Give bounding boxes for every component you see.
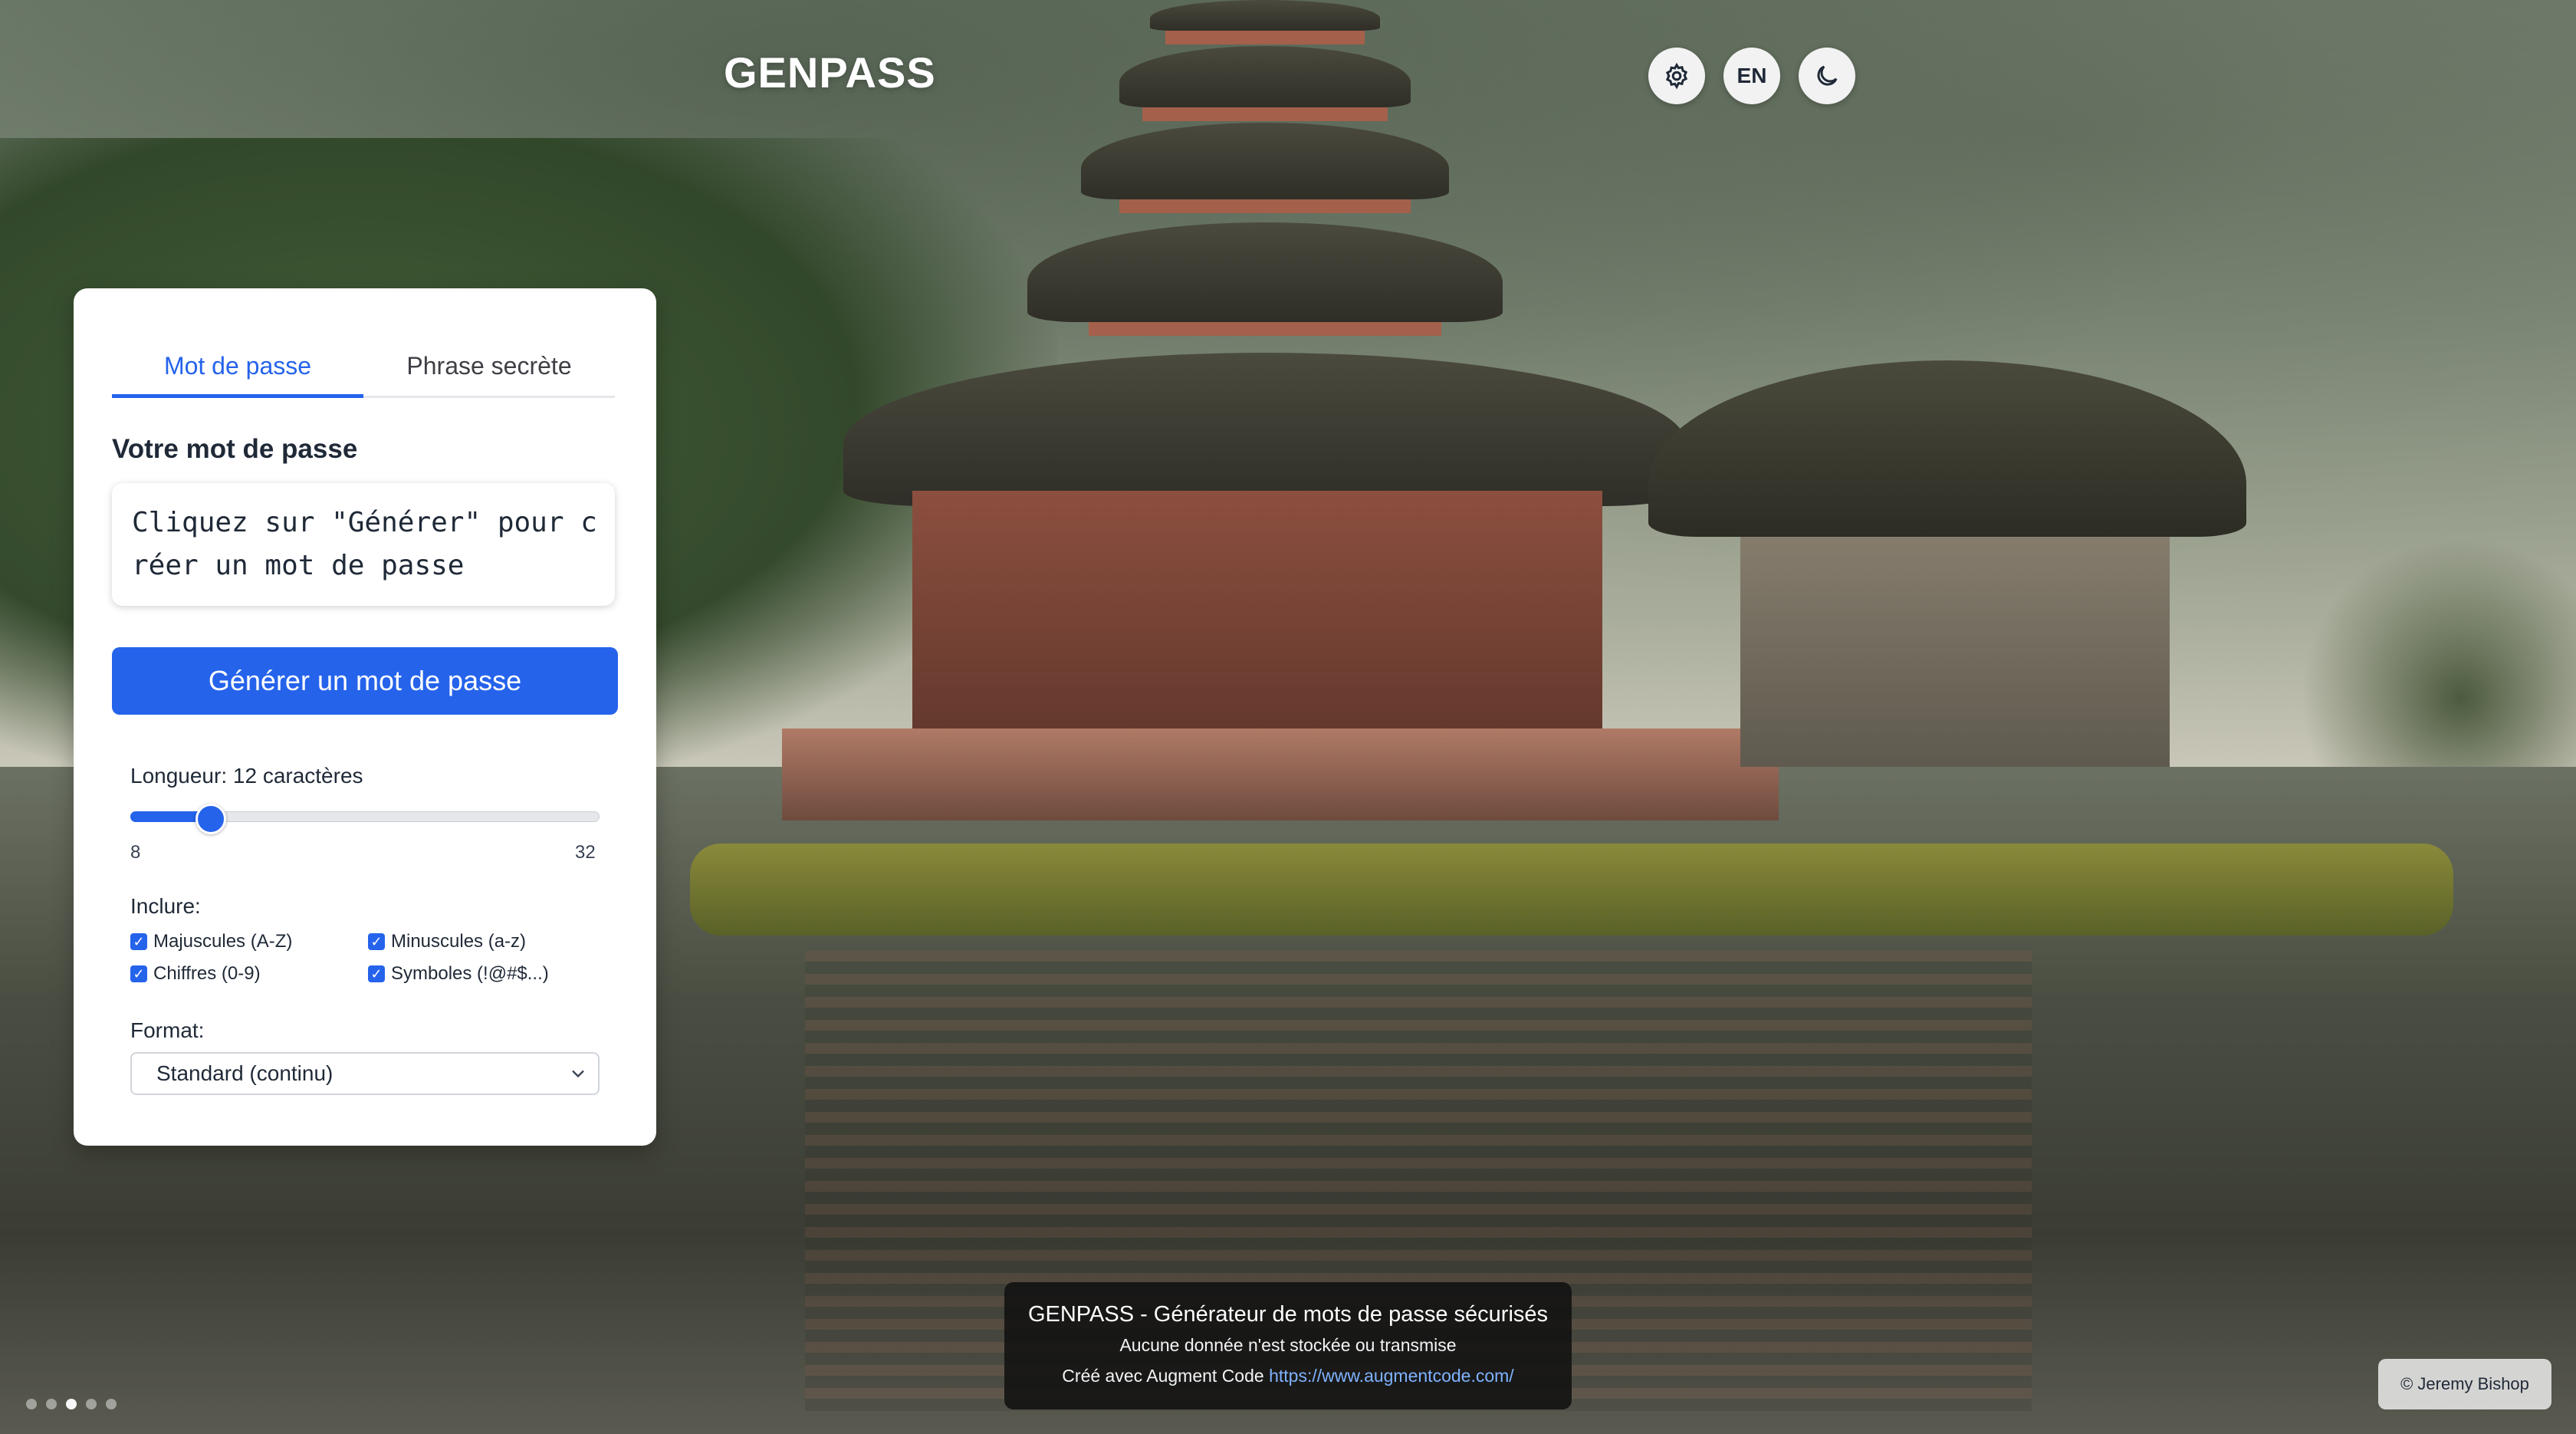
password-section-title: Votre mot de passe	[112, 434, 358, 464]
footer-created-with: Créé avec Augment Code	[1062, 1366, 1264, 1386]
background-temple	[782, 0, 1779, 859]
header-actions: EN	[1648, 48, 1855, 104]
settings-button[interactable]	[1648, 48, 1705, 104]
symbols-checkbox[interactable]: ✓ Symboles (!@#$...)	[368, 963, 606, 985]
password-output-text: Cliquez sur "Générer" pour créer un mot …	[132, 507, 597, 581]
footer-privacy-note: Aucune donnée n'est stockée ou transmise	[1119, 1335, 1457, 1355]
pavilion-roof	[1648, 360, 2246, 537]
temple-tier	[1081, 123, 1449, 199]
lowercase-label: Minuscules (a-z)	[391, 931, 527, 952]
include-options: ✓ Majuscules (A-Z) ✓ Minuscules (a-z) ✓ …	[130, 931, 621, 985]
photo-credit-badge[interactable]: © Jeremy Bishop	[2378, 1359, 2551, 1409]
uppercase-label: Majuscules (A-Z)	[153, 931, 293, 952]
check-icon: ✓	[130, 965, 147, 982]
digits-label: Chiffres (0-9)	[153, 963, 261, 984]
uppercase-checkbox[interactable]: ✓ Majuscules (A-Z)	[130, 931, 368, 952]
format-select[interactable]: Standard (continu)	[130, 1052, 600, 1095]
digits-checkbox[interactable]: ✓ Chiffres (0-9)	[130, 963, 368, 985]
background-pavilion	[1648, 360, 2246, 790]
tab-password[interactable]: Mot de passe	[112, 342, 363, 398]
check-icon: ✓	[368, 965, 385, 982]
temple-platform	[782, 729, 1779, 821]
chevron-down-icon	[572, 1070, 584, 1078]
carousel-dot[interactable]	[66, 1399, 77, 1409]
theme-toggle-button[interactable]	[1799, 48, 1855, 104]
temple-tier	[1027, 222, 1503, 322]
check-icon: ✓	[368, 933, 385, 950]
moon-icon	[1817, 65, 1838, 86]
carousel-dot[interactable]	[106, 1399, 117, 1409]
carousel-dot[interactable]	[46, 1399, 57, 1409]
check-icon: ✓	[130, 933, 147, 950]
lowercase-checkbox[interactable]: ✓ Minuscules (a-z)	[368, 931, 606, 952]
footer-info: GENPASS - Générateur de mots de passe sé…	[1004, 1282, 1572, 1409]
format-label: Format:	[130, 1018, 205, 1042]
temple-band	[1119, 199, 1411, 213]
length-label: Longueur: 12 caractères	[130, 764, 363, 788]
gear-icon	[1665, 62, 1688, 90]
footer-credit-line: Créé avec Augment Code https://www.augme…	[1004, 1360, 1572, 1391]
temple-band	[1142, 107, 1388, 121]
language-label: EN	[1737, 64, 1767, 87]
temple-tier	[1119, 46, 1411, 107]
symbols-label: Symboles (!@#$...)	[391, 963, 549, 984]
footer-title: GENPASS - Générateur de mots de passe sé…	[1027, 1302, 1549, 1327]
carousel-dot[interactable]	[86, 1399, 97, 1409]
length-min-label: 8	[130, 842, 141, 863]
generate-button[interactable]: Générer un mot de passe	[112, 647, 618, 715]
background-shore	[690, 844, 2453, 936]
background-carousel-dots	[26, 1399, 117, 1409]
temple-tier	[1150, 0, 1380, 31]
length-slider-thumb[interactable]	[196, 804, 226, 834]
temple-band	[1165, 31, 1365, 44]
augment-link[interactable]: https://www.augmentcode.com/	[1269, 1366, 1514, 1386]
app-logo: GENPASS	[724, 48, 936, 97]
length-max-label: 32	[575, 842, 596, 863]
length-slider[interactable]	[130, 804, 600, 834]
password-output[interactable]: Cliquez sur "Générer" pour créer un mot …	[112, 483, 615, 606]
format-selected-value: Standard (continu)	[156, 1061, 334, 1085]
pavilion-body	[1740, 537, 2170, 767]
mode-tabs: Mot de passe Phrase secrète	[112, 342, 615, 398]
temple-tier	[843, 353, 1687, 506]
tab-passphrase[interactable]: Phrase secrète	[363, 342, 615, 396]
include-label: Inclure:	[130, 894, 201, 918]
temple-band	[1089, 322, 1441, 336]
generator-card: Mot de passe Phrase secrète Votre mot de…	[74, 288, 656, 1146]
carousel-dot[interactable]	[26, 1399, 37, 1409]
language-toggle-button[interactable]: EN	[1723, 48, 1780, 104]
